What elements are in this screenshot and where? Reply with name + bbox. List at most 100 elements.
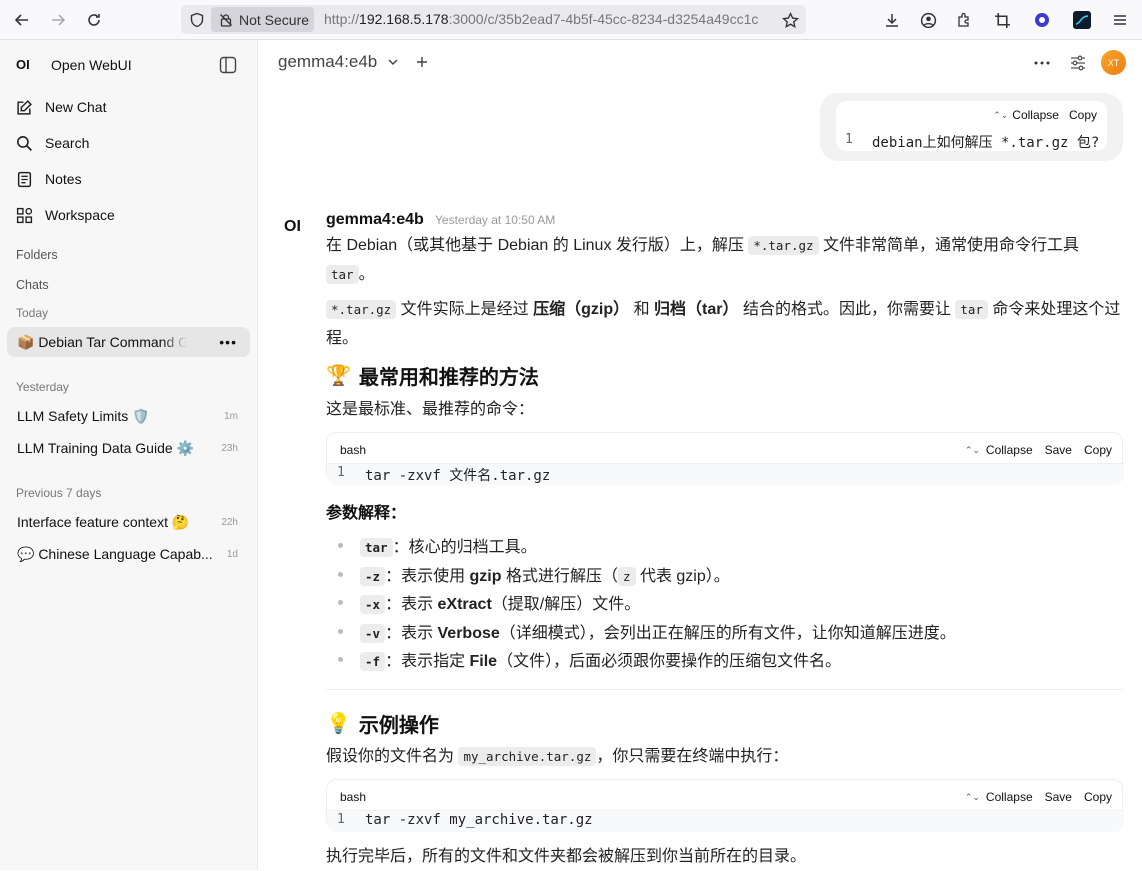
chat-title: 💬 Chinese Language Capab...: [17, 545, 213, 562]
inline-code: -z: [360, 566, 386, 586]
collapse-button[interactable]: Collapse: [986, 443, 1033, 457]
menu-icon[interactable]: [1108, 8, 1132, 32]
extensions-icon[interactable]: [952, 8, 976, 32]
new-chat-button[interactable]: New Chat: [16, 92, 106, 122]
user-avatar[interactable]: XT: [1101, 50, 1126, 75]
text: 文件实际上是经过: [396, 301, 534, 318]
shield-icon[interactable]: [185, 8, 209, 32]
search-button[interactable]: Search: [16, 128, 89, 158]
heading-text: 示例操作: [358, 715, 439, 737]
inline-code: my_archive.tar.gz: [458, 747, 597, 766]
notes-icon: [17, 171, 32, 187]
params-heading: 参数解释：: [326, 505, 407, 522]
lock-slash-icon: [220, 13, 232, 27]
more-menu-icon[interactable]: [1031, 52, 1053, 74]
bold-text: eXtract: [437, 596, 492, 614]
account-icon[interactable]: [916, 8, 940, 32]
settings-sliders-icon[interactable]: [1067, 52, 1089, 74]
url-bar[interactable]: Not Secure http://192.168.5.178:3000/c/3…: [181, 5, 806, 34]
chat-title: LLM Safety Limits 🛡️: [17, 407, 150, 424]
inline-code: tar: [326, 265, 359, 284]
save-button[interactable]: Save: [1045, 443, 1072, 457]
inline-code: tar: [360, 538, 393, 558]
chat-time: 22h: [221, 516, 238, 528]
app-name[interactable]: Open WebUI: [51, 57, 132, 73]
chat-item[interactable]: 💬 Chinese Language Capab... 1d: [17, 539, 247, 569]
chat-item[interactable]: LLM Safety Limits 🛡️ 1m: [17, 401, 247, 431]
save-button[interactable]: Save: [1045, 790, 1072, 804]
text: 。: [358, 266, 375, 283]
url-text[interactable]: http://192.168.5.178:3000/c/35b2ead7-4b5…: [324, 11, 772, 27]
bold-text: 压缩（gzip）: [533, 301, 630, 318]
collapse-button[interactable]: Collapse: [1012, 108, 1059, 122]
more-options-icon[interactable]: •••: [219, 334, 237, 350]
text: ：核心的归档工具。: [392, 539, 537, 557]
divider: [326, 689, 1123, 690]
code-language: bash: [340, 443, 367, 457]
model-name: gemma4:e4b: [278, 52, 378, 71]
not-secure-badge[interactable]: Not Secure: [211, 7, 314, 32]
sidebar-toggle-icon[interactable]: [216, 53, 240, 77]
chat-item[interactable]: Interface feature context 🤔 22h: [17, 507, 247, 537]
user-message: ⌃⌄ Collapse Copy 1 debian上如何解压 *.tar.gz …: [820, 93, 1123, 161]
chevron-down-icon: [388, 59, 398, 66]
text: 文件非常简单，通常使用命令行工具: [818, 237, 1080, 254]
app-logo[interactable]: OI: [16, 57, 30, 72]
workspace-button[interactable]: Workspace: [16, 200, 115, 230]
code-actions: ⌃⌄ Collapse Save Copy: [965, 443, 1112, 457]
chat-time: 23h: [221, 442, 238, 454]
previous-7-days-heading: Previous 7 days: [16, 486, 102, 500]
assistant-avatar: OI: [284, 218, 301, 235]
text: 结合的格式。因此，你需要让: [738, 301, 956, 318]
text: （提取/解压）文件。: [491, 596, 641, 614]
not-secure-label: Not Secure: [239, 11, 310, 28]
download-icon[interactable]: [880, 8, 904, 32]
back-icon[interactable]: [10, 8, 34, 32]
text: 假设你的文件名为: [326, 748, 459, 765]
extension-chart-icon[interactable]: [1070, 8, 1094, 32]
copy-button[interactable]: Copy: [1084, 443, 1112, 457]
inline-code: -f: [360, 652, 386, 672]
chat-title: Interface feature context 🤔: [17, 513, 190, 530]
folders-heading[interactable]: Folders: [16, 248, 58, 262]
collapse-chevron-icon: ⌃⌄: [964, 444, 980, 455]
bold-text: Verbose: [437, 624, 500, 642]
collapse-button[interactable]: Collapse: [986, 790, 1033, 804]
url-host: 192.168.5.178: [359, 11, 449, 27]
plus-icon[interactable]: [415, 55, 429, 69]
notes-button[interactable]: Notes: [16, 164, 82, 194]
code-block: bash ⌃⌄ Collapse Save Copy 1 tar -zxvf 文…: [326, 432, 1124, 485]
copy-button[interactable]: Copy: [1069, 108, 1097, 122]
paragraph-format: *.tar.gz 文件实际上是经过 压缩（gzip） 和 归档（tar） 结合的…: [326, 295, 1126, 353]
reload-icon[interactable]: [82, 8, 106, 32]
extension-blue-icon[interactable]: [1030, 8, 1054, 32]
chats-heading[interactable]: Chats: [16, 278, 49, 292]
inline-code: *.tar.gz: [748, 236, 819, 255]
list-item: -v ：表示 Verbose（详细模式），会列出正在解压的所有文件，让你知道解压进…: [338, 617, 956, 646]
paragraph-intro: 在 Debian（或其他基于 Debian 的 Linux 发行版）上，解压 *…: [326, 231, 1126, 289]
model-selector[interactable]: gemma4:e4b: [278, 52, 429, 72]
pencil-square-icon: [17, 99, 32, 115]
inline-code: z: [617, 566, 636, 586]
bookmark-star-icon[interactable]: [778, 8, 802, 32]
bold-text: 归档（tar）: [654, 301, 739, 318]
line-number: 1: [337, 465, 345, 480]
text: 代表 gzip）。: [635, 567, 730, 585]
bold-text: File: [469, 653, 498, 671]
chat-title: 📦 Debian Tar Command Gui: [17, 333, 187, 350]
lightbulb-icon: 💡: [326, 713, 351, 735]
text: ：表示: [385, 596, 438, 614]
forward-icon[interactable]: [46, 8, 70, 32]
text: 在 Debian（或其他基于 Debian 的 Linux 发行版）上，解压: [326, 237, 749, 254]
chat-item[interactable]: LLM Training Data Guide ⚙️ 23h: [17, 433, 247, 463]
chat-time: 1m: [224, 410, 238, 422]
search-label: Search: [45, 135, 90, 151]
paragraph-command-intro: 这是最标准、最推荐的命令：: [326, 401, 535, 418]
copy-button[interactable]: Copy: [1084, 790, 1112, 804]
chat-item-active[interactable]: 📦 Debian Tar Command Gui •••: [7, 327, 250, 357]
inline-code: tar: [955, 300, 988, 319]
text: 和: [629, 301, 655, 318]
list-item: -x ：表示 eXtract（提取/解压）文件。: [338, 588, 956, 617]
paragraph-result: 执行完毕后，所有的文件和文件夹都会被解压到你当前所在的目录。: [326, 848, 807, 865]
screenshot-icon[interactable]: [990, 8, 1014, 32]
